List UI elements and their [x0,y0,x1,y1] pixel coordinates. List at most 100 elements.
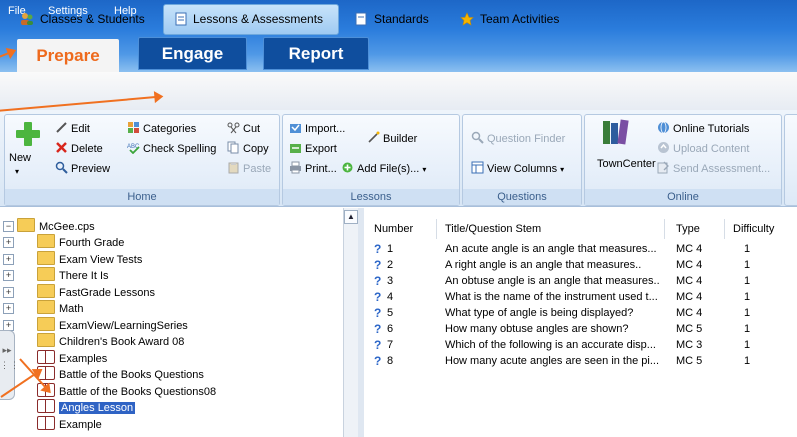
people-icon [21,13,33,25]
question-row[interactable]: ? 5 What type of angle is being displayed?… [364,305,797,321]
folder-icon [37,283,55,298]
folder-icon [37,267,55,281]
scroll-up-button[interactable]: ▲ [344,210,358,224]
subnav-team-activities[interactable]: Team Activities [458,8,559,30]
question-finder-button[interactable]: Question Finder [471,131,565,146]
books-icon [601,119,631,145]
tree-item[interactable]: + FastGrade Lessons [3,283,155,299]
spellcheck-icon: ABC [127,144,140,154]
question-icon: ? [374,258,382,272]
subnav-lessons-assessments[interactable]: Lessons & Assessments [163,4,339,35]
categories-button[interactable]: Categories [127,121,196,136]
add-files-button[interactable]: Add File(s)... ▾ [341,161,426,177]
new-button[interactable]: New [9,151,31,165]
column-header-number[interactable]: Number [374,221,413,237]
new-dropdown-icon[interactable]: ▾ [15,165,19,179]
copy-button[interactable]: Copy [227,141,269,156]
delete-button[interactable]: Delete [55,141,103,156]
question-row[interactable]: ? 3 An obtuse angle is an angle that measu… [364,273,797,289]
question-title: What type of angle is being displayed? [445,307,634,319]
question-icon: ? [374,338,382,352]
tab-report[interactable]: Report [263,37,369,70]
question-row[interactable]: ? 4 What is the name of the instrument use… [364,289,797,305]
tree-item[interactable]: Children's Book Award 08 [3,333,184,348]
plus-icon [15,121,41,147]
ribbon-group-online: TownCenter Online Tutorials Upload Conte… [584,114,782,206]
tree-item-label: Examples [59,352,108,365]
question-difficulty: 1 [744,323,751,335]
tree-item[interactable]: + ExamView/LearningSeries [3,316,188,332]
question-title: An obtuse angle is an angle that measure… [445,275,660,287]
folder-icon [37,300,55,314]
tree-item[interactable]: Battle of the Books Questions08 [3,382,216,398]
expand-toggle-icon[interactable]: + [3,270,14,281]
builder-button[interactable]: Builder [367,131,417,146]
tree-root[interactable]: − McGee.cps [3,218,95,233]
import-button[interactable]: Import... [289,121,345,136]
tree-item-label: Exam View Tests [59,253,143,266]
tree-scrollbar[interactable] [343,208,358,437]
question-row[interactable]: ? 1 An acute angle is an angle that measur… [364,241,797,257]
column-divider[interactable] [664,219,665,239]
globe-icon [658,121,669,134]
tree-item[interactable]: Example [3,415,102,431]
column-divider[interactable] [436,219,437,239]
import-icon [290,124,301,133]
tree-item-label: Battle of the Books Questions [59,369,204,381]
subnav-label: Standards [374,12,429,26]
send-assessment-button[interactable]: Send Assessment... [657,161,770,176]
question-icon: ? [374,242,382,256]
folder-icon [37,333,55,347]
add-file-icon [342,162,353,173]
tab-prepare[interactable]: Prepare [17,39,119,72]
expand-toggle-icon[interactable]: + [3,319,14,331]
paste-button[interactable]: Paste [227,161,271,176]
tree-item[interactable]: Angles Lesson [3,399,136,414]
question-type: MC 5 [676,323,703,335]
edit-button[interactable]: Edit [55,121,90,136]
ribbon-group-questions: Question Finder View Columns ▾ Questions [462,114,582,206]
tree-item[interactable]: + Exam View Tests [3,250,143,266]
column-header-title[interactable]: Title/Question Stem [445,221,541,237]
question-icon: ? [374,322,382,336]
column-header-type[interactable]: Type [676,221,700,237]
towncenter-button[interactable]: TownCenter [597,157,656,171]
folder-icon [37,234,55,248]
cut-button[interactable]: Cut [227,121,260,136]
expand-toggle-icon[interactable]: + [3,303,14,314]
tree-item-label: Fourth Grade [59,237,125,249]
view-columns-button[interactable]: View Columns ▾ [471,161,564,177]
preview-button[interactable]: Preview [55,161,110,176]
export-button[interactable]: Export [289,141,337,156]
check-spelling-button[interactable]: ABC Check Spelling [127,141,216,156]
tree-item[interactable]: + Fourth Grade [3,234,124,249]
tree-item-label: Math [59,303,84,315]
question-difficulty: 1 [744,259,751,271]
expand-toggle-icon[interactable]: + [3,253,14,265]
column-header-difficulty[interactable]: Difficulty [733,221,774,237]
tree-item-label: Angles Lesson [59,402,136,414]
question-row[interactable]: ? 8 How many acute angles are seen in the … [364,353,797,369]
expand-toggle-icon[interactable]: + [3,237,14,248]
tab-engage[interactable]: Engage [138,37,247,70]
tree-item[interactable]: + There It Is [3,267,109,282]
upload-content-button[interactable]: Upload Content [657,141,749,156]
question-type: MC 3 [676,339,703,351]
tree-item[interactable]: + Math [3,300,83,315]
folder-icon [37,250,55,265]
expand-toggle-icon[interactable]: + [3,286,14,298]
categories-icon [128,122,139,133]
print-button[interactable]: Print... [289,161,337,176]
online-tutorials-button[interactable]: Online Tutorials [657,121,749,136]
pencil-icon [56,122,67,133]
collapse-toggle-icon[interactable]: − [3,221,14,232]
question-row[interactable]: ? 6 How many obtuse angles are shown? MC 5 1 [364,321,797,337]
question-row[interactable]: ? 7 Which of the following is an accurate … [364,337,797,353]
subnav-label: Classes & Students [40,12,145,26]
subnav-bar [0,72,797,111]
question-row[interactable]: ? 2 A right angle is an angle that measure… [364,257,797,273]
tree-item-label: ExamView/LearningSeries [59,319,188,332]
subnav-classes-students[interactable]: Classes & Students [18,8,145,30]
subnav-standards[interactable]: Standards [352,8,429,30]
column-divider[interactable] [724,219,725,239]
